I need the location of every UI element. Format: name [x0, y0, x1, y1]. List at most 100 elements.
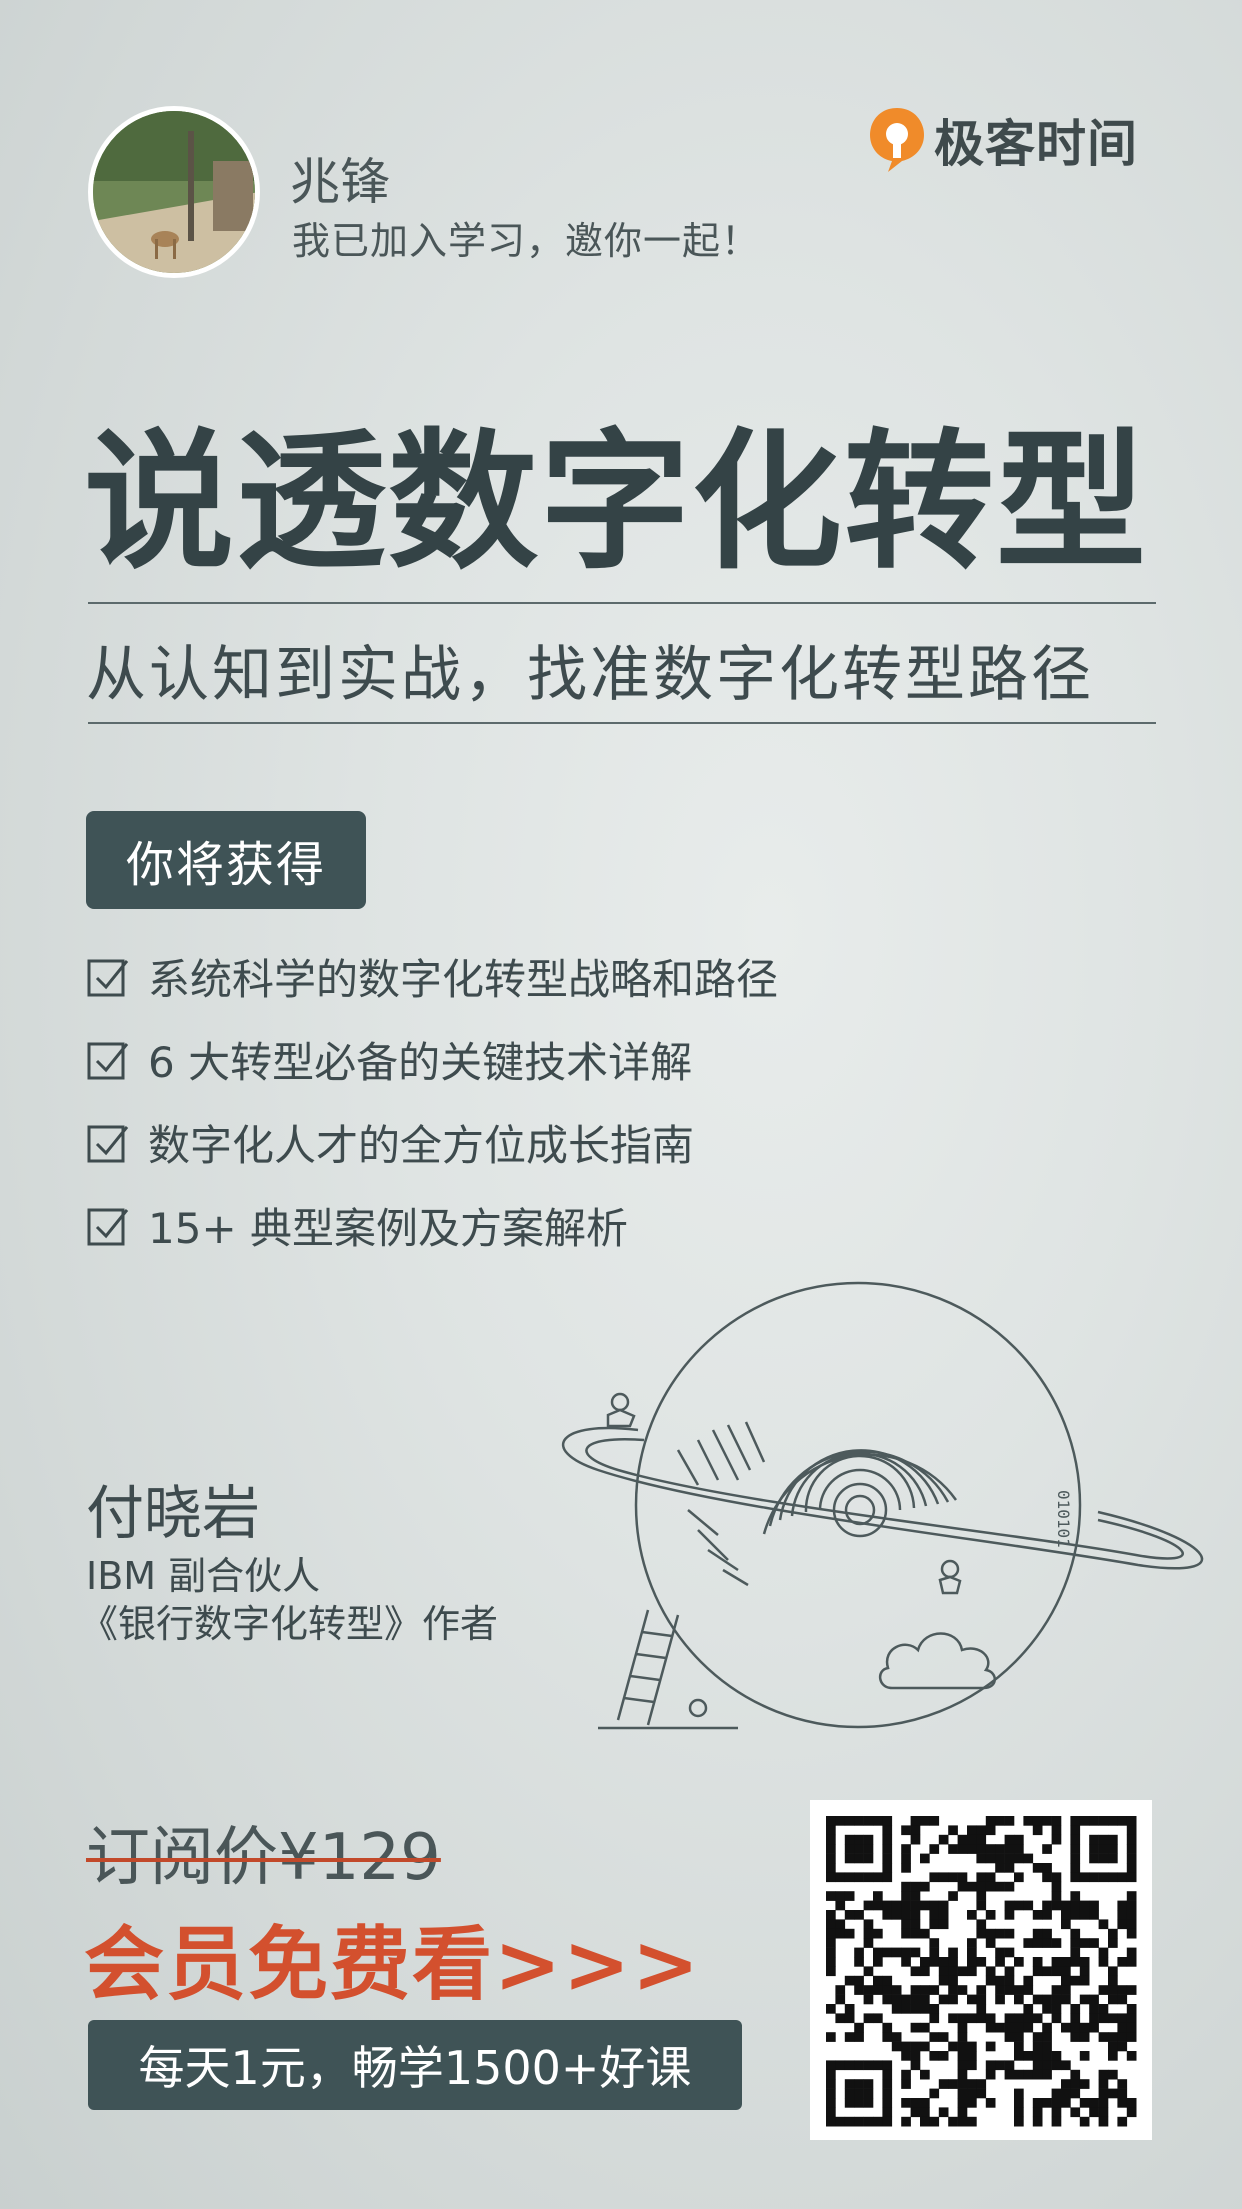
qr-module: [901, 1994, 911, 2005]
qr-module: [910, 1919, 921, 1930]
qr-module: [901, 1853, 911, 1864]
qr-module: [1032, 2041, 1043, 2052]
qr-module: [1117, 1872, 1128, 1883]
qr-module: [1079, 2051, 1090, 2061]
qr-module: [938, 1919, 949, 1930]
qr-module: [1108, 2032, 1118, 2042]
qr-module: [1108, 1844, 1118, 1854]
qr-module: [1004, 1985, 1015, 1995]
qr-module: [863, 1919, 874, 1930]
qr-module: [957, 2032, 968, 2042]
qr-module: [1004, 1853, 1015, 1864]
qr-module: [1032, 1928, 1043, 1939]
qr-module: [826, 1816, 836, 1826]
qr-module: [1117, 1910, 1128, 1920]
qr-module: [910, 1928, 921, 1939]
qr-module: [1070, 2107, 1081, 2118]
qr-module: [1070, 2032, 1081, 2042]
qr-module: [826, 1957, 836, 1967]
qr-module: [1126, 1872, 1137, 1883]
qr-module: [976, 1844, 987, 1854]
daily-promo-button[interactable]: 每天1元，畅学1500+好课: [88, 2020, 742, 2110]
qr-module: [873, 1947, 883, 1958]
qr-module: [948, 1985, 958, 1995]
qr-module: [976, 1881, 987, 1892]
qr-module: [1079, 2116, 1090, 2127]
qr-module: [1032, 2013, 1043, 2024]
qr-module: [1004, 1863, 1015, 1873]
qr-module: [854, 1947, 864, 1958]
qr-module: [929, 1938, 940, 1948]
qr-module: [1079, 1900, 1090, 1911]
qr-module: [967, 2088, 977, 2099]
qr-module: [1108, 2069, 1118, 2080]
qr-module: [844, 2098, 855, 2108]
qr-module: [1042, 1900, 1052, 1911]
qr-module: [844, 1975, 855, 1986]
qr-module: [1023, 2022, 1034, 2033]
qr-module: [826, 2098, 836, 2108]
qr-module: [1089, 2004, 1099, 2014]
qr-module: [929, 1947, 940, 1958]
qr-module: [1126, 1900, 1137, 1911]
qr-module: [1070, 1844, 1081, 1854]
qr-module: [985, 1910, 996, 1920]
qr-module: [1014, 1994, 1024, 2005]
qr-module: [1014, 1872, 1024, 1883]
qr-module: [901, 1910, 911, 1920]
qr-module: [1079, 1816, 1090, 1826]
qr-module: [938, 1994, 949, 2005]
qr-module: [985, 1853, 996, 1864]
qr-module: [1004, 1910, 1015, 1920]
qr-module: [1126, 1816, 1137, 1826]
qr-module: [938, 2079, 949, 2089]
qr-module: [1126, 1825, 1137, 1836]
qr-module: [1051, 1938, 1062, 1948]
qr-module: [910, 2060, 921, 2071]
qr-module: [1032, 2107, 1043, 2118]
qr-module: [948, 2116, 958, 2127]
qr-module: [863, 1900, 874, 1911]
qr-module: [910, 2107, 921, 2118]
qr-module: [1108, 2041, 1118, 2052]
qr-module: [1014, 2051, 1024, 2061]
qr-module: [929, 1910, 940, 1920]
qr-module: [882, 2088, 893, 2099]
qr-module: [948, 1947, 958, 1958]
qr-module: [882, 1975, 893, 1986]
qr-module: [957, 2060, 968, 2071]
qr-module: [910, 2022, 921, 2033]
qr-module: [1079, 1975, 1090, 1986]
qr-module: [1117, 2079, 1128, 2089]
qr-module: [1023, 1985, 1034, 1995]
qr-module: [1042, 1816, 1052, 1826]
qr-module: [882, 1863, 893, 1873]
qr-module: [1070, 1910, 1081, 1920]
qr-module: [826, 2060, 836, 2071]
qr-module: [1126, 1844, 1137, 1854]
qr-module: [985, 2098, 996, 2108]
qr-module: [1014, 1834, 1024, 1845]
qr-module: [863, 1938, 874, 1948]
qr-module: [1042, 1872, 1052, 1883]
qr-module: [1070, 2022, 1081, 2033]
qr-module: [957, 2098, 968, 2108]
qr-module: [844, 2032, 855, 2042]
qr-module: [1042, 2041, 1052, 2052]
member-free-link[interactable]: 会员免费看>>>: [84, 1900, 701, 2016]
qr-module: [976, 2013, 987, 2024]
qr-module: [882, 1947, 893, 1958]
qr-module: [1098, 1834, 1109, 1845]
qr-module: [826, 2004, 836, 2014]
qr-code[interactable]: [810, 1800, 1152, 2140]
qr-module: [1089, 1844, 1099, 1854]
qr-module: [1108, 2051, 1118, 2061]
qr-module: [826, 1910, 836, 1920]
qr-module: [985, 1872, 996, 1883]
qr-module: [995, 1947, 1005, 1958]
qr-module: [995, 1863, 1005, 1873]
qr-module: [1051, 1834, 1062, 1845]
qr-module: [920, 2098, 930, 2108]
qr-module: [929, 2088, 940, 2099]
qr-module: [1014, 1957, 1024, 1967]
